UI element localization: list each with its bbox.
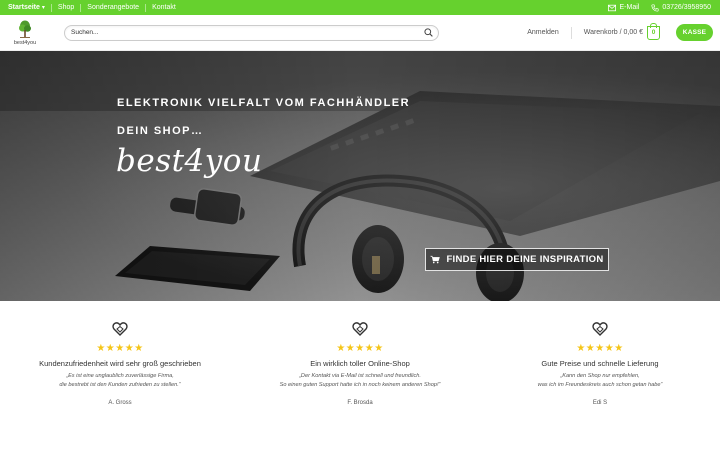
phone-icon <box>651 3 659 12</box>
login-link[interactable]: Anmelden <box>527 29 559 36</box>
shopping-cart-icon <box>430 255 441 264</box>
logo-text: best4you <box>13 39 37 46</box>
heart-icon <box>112 322 128 336</box>
checkout-button[interactable]: KASSE <box>676 24 713 41</box>
search-icon[interactable] <box>424 28 433 37</box>
testimonial-quote: „Der Kontakt via E-Mail ist schnell und … <box>279 373 441 388</box>
hero-brand-name: best4you <box>116 143 263 179</box>
cart-count-badge: 0 <box>647 22 660 40</box>
testimonial-author: A. Gross <box>108 400 132 406</box>
nav-item-kontakt[interactable]: Kontakt <box>146 0 182 15</box>
nav-item-shop[interactable]: Shop <box>52 0 80 15</box>
chevron-down-icon: ▾ <box>41 4 45 11</box>
hero-overlay <box>0 51 720 301</box>
testimonials-section: ★★★★★ Kundenzufriedenheit wird sehr groß… <box>0 301 720 450</box>
testimonial-author: F. Brosda <box>347 400 373 406</box>
search-input[interactable] <box>71 29 371 36</box>
envelope-icon <box>608 4 617 11</box>
header-divider <box>570 26 572 39</box>
top-bar: Startseite ▾ Shop Sonderangebote Kontakt … <box>0 0 720 15</box>
hero-subheading: DEIN SHOP… <box>117 125 204 137</box>
testimonial-title: Kundenzufriedenheit wird sehr groß gesch… <box>39 359 201 368</box>
tree-logo-icon <box>19 20 31 38</box>
inspiration-button[interactable]: FINDE HIER DEINE INSPIRATION <box>425 248 609 271</box>
nav-item-sonderangebote[interactable]: Sonderangebote <box>81 0 145 15</box>
testimonial-quote: „Es ist eine unglaublich zuverlässige Fi… <box>59 373 181 388</box>
testimonial-card: ★★★★★ Ein wirklich toller Online-Shop „D… <box>240 321 480 406</box>
phone-number: 03726/3958950 <box>662 4 711 11</box>
cart-link[interactable]: Warenkorb / 0,00 € 0 <box>583 22 660 40</box>
testimonial-title: Ein wirklich toller Online-Shop <box>310 359 410 368</box>
top-nav: Startseite ▾ Shop Sonderangebote Kontakt <box>8 0 182 16</box>
site-header: best4you Anmelden Warenkorb / 0,00 € 0 K… <box>0 15 720 51</box>
testimonial-title: Gute Preise und schnelle Lieferung <box>541 359 659 368</box>
hero-heading: ELEKTRONIK VIELFALT VOM FACHHÄNDLER <box>117 97 411 109</box>
top-contact: E-Mail 03726/3958950 <box>608 3 711 12</box>
star-rating: ★★★★★ <box>576 343 624 354</box>
testimonial-quote: „Kann den Shop nur empfehlen, was ich im… <box>537 373 663 388</box>
cart-label: Warenkorb / 0,00 € <box>583 29 643 36</box>
nav-item-startseite[interactable]: Startseite ▾ <box>8 0 51 16</box>
heart-icon <box>352 322 368 336</box>
search-bar <box>64 24 439 41</box>
star-rating: ★★★★★ <box>96 343 144 354</box>
star-rating: ★★★★★ <box>336 343 384 354</box>
email-link[interactable]: E-Mail <box>608 4 639 12</box>
email-label: E-Mail <box>619 4 640 11</box>
logo[interactable]: best4you <box>8 17 42 49</box>
header-actions: Anmelden Warenkorb / 0,00 € 0 KASSE <box>527 22 713 41</box>
testimonial-card: ★★★★★ Gute Preise und schnelle Lieferung… <box>480 321 720 406</box>
testimonial-author: Edi S <box>592 400 608 406</box>
phone-link[interactable]: 03726/3958950 <box>651 3 711 12</box>
testimonial-card: ★★★★★ Kundenzufriedenheit wird sehr groß… <box>0 321 240 406</box>
hero-banner: ELEKTRONIK VIELFALT VOM FACHHÄNDLER DEIN… <box>0 51 720 301</box>
heart-icon <box>592 322 608 336</box>
inspiration-button-label: FINDE HIER DEINE INSPIRATION <box>446 254 604 265</box>
